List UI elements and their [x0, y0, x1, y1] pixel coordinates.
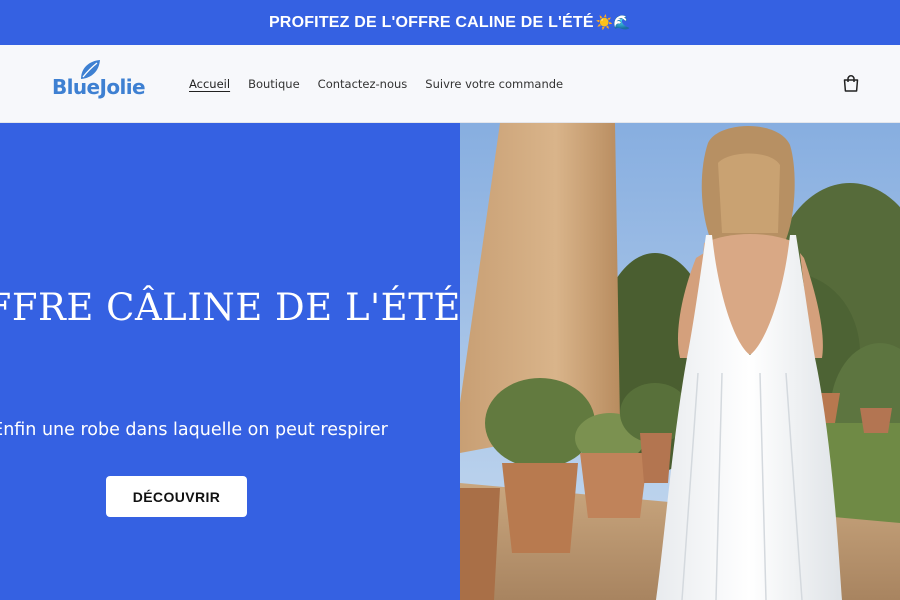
hero-banner: L'OFFRE CÂLINE DE L'ÉTÉ Enfin une robe d…: [0, 123, 900, 600]
logo-text: BlueJolie: [52, 75, 146, 99]
sun-wave-emoji: ☀️🌊: [595, 14, 632, 30]
nav-link-contactez-nous[interactable]: Contactez-nous: [318, 77, 408, 91]
brand-logo[interactable]: BlueJolie: [52, 59, 162, 109]
discover-button[interactable]: DÉCOUVRIR: [106, 476, 247, 517]
shopping-bag-icon[interactable]: [840, 73, 862, 95]
nav-link-suivre-commande[interactable]: Suivre votre commande: [425, 77, 563, 91]
nav-link-boutique[interactable]: Boutique: [248, 77, 300, 91]
site-header: BlueJolie Accueil Boutique Contactez-nou…: [0, 45, 900, 123]
announcement-bar: PROFITEZ DE L'OFFRE CALINE DE L'ÉTÉ ☀️🌊: [0, 0, 900, 45]
main-nav: Accueil Boutique Contactez-nous Suivre v…: [189, 45, 581, 123]
hero-text-panel: L'OFFRE CÂLINE DE L'ÉTÉ Enfin une robe d…: [0, 123, 520, 600]
hero-subtitle: Enfin une robe dans laquelle on peut res…: [0, 420, 388, 440]
hero-title: L'OFFRE CÂLINE DE L'ÉTÉ: [0, 286, 461, 329]
announcement-text: PROFITEZ DE L'OFFRE CALINE DE L'ÉTÉ: [268, 13, 594, 31]
nav-link-accueil[interactable]: Accueil: [189, 77, 230, 91]
hero-photo: [460, 123, 900, 600]
